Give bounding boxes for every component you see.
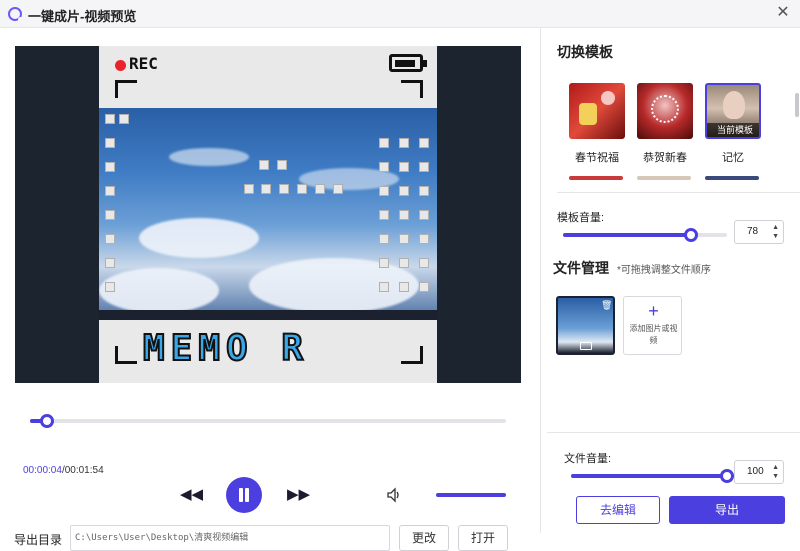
rec-dot-icon: [115, 60, 126, 71]
rec-label: REC: [129, 54, 158, 73]
template-memory[interactable]: 当前模板: [705, 83, 761, 139]
close-icon[interactable]: ✕: [774, 4, 792, 22]
rewind-icon[interactable]: ◀◀: [180, 485, 203, 505]
frame-corner-bottom-left: [115, 346, 137, 364]
memo-overlay-text: MEMO R: [142, 327, 310, 370]
template-label: 记忆: [722, 152, 744, 164]
video-camera-icon: [580, 342, 592, 350]
volume-slider[interactable]: [436, 493, 506, 497]
right-panel: 切换模板 春节祝福 恭贺新春 当前模板 记忆 模板音量: 78 ▲ ▼ 文件管理 *…: [541, 28, 800, 533]
window-title: 一键成片-视频预览: [28, 9, 137, 24]
desktop-screenshot: [99, 108, 437, 320]
seek-bar[interactable]: [30, 414, 506, 428]
left-panel: REC MEMO R 00:00:04/00:01:54 ◀◀ ▶▶ 导出目录 …: [0, 28, 540, 551]
file-volume-value: 100: [747, 466, 764, 477]
app-logo-icon: [8, 7, 23, 22]
file-volume-input[interactable]: 100 ▲ ▼: [734, 460, 784, 484]
file-clip-thumbnail[interactable]: 🗑: [556, 296, 615, 355]
title-bar: 一键成片-视频预览 ✕: [0, 0, 800, 28]
video-preview[interactable]: REC MEMO R: [15, 46, 521, 383]
add-media-label: 添加图片或视频: [629, 324, 678, 345]
file-manager-hint: *可拖拽调整文件顺序: [617, 265, 711, 276]
file-volume-slider[interactable]: [571, 469, 734, 483]
fast-forward-icon[interactable]: ▶▶: [287, 485, 310, 505]
templates-scrollbar[interactable]: [795, 93, 799, 117]
memo-text: MEMO R: [142, 327, 310, 370]
divider: [557, 192, 800, 193]
template-new-year[interactable]: [637, 83, 693, 139]
plus-icon: +: [648, 301, 659, 321]
battery-icon: [389, 54, 427, 72]
divider: [547, 432, 800, 433]
frame-corner-top-right: [401, 80, 423, 98]
stepper-icon[interactable]: ▲ ▼: [772, 223, 779, 241]
template-volume-slider[interactable]: [563, 228, 727, 242]
template-volume-label: 模板音量:: [557, 212, 605, 224]
template-volume-value: 78: [747, 226, 759, 237]
change-dir-button[interactable]: 更改: [399, 525, 449, 551]
edit-button[interactable]: 去编辑: [576, 496, 660, 524]
total-time: /00:01:54: [61, 465, 104, 476]
template-label: 恭贺新春: [643, 152, 687, 164]
export-button[interactable]: 导出: [669, 496, 785, 524]
preview-frame: REC MEMO R: [99, 46, 437, 383]
add-media-button[interactable]: + 添加图片或视频: [623, 296, 682, 355]
taskbar: [99, 310, 437, 320]
file-manager-title: 文件管理: [553, 260, 609, 276]
frame-corner-top-left: [115, 80, 137, 98]
templates-title: 切换模板: [557, 44, 613, 60]
seek-knob[interactable]: [39, 414, 54, 428]
frame-corner-bottom-right: [401, 346, 423, 364]
template-label: 春节祝福: [575, 152, 619, 164]
slider-fill: [563, 233, 691, 237]
trash-icon[interactable]: 🗑: [601, 300, 612, 310]
current-template-badge: 当前模板: [707, 123, 759, 137]
slider-knob[interactable]: [720, 469, 734, 483]
volume-icon[interactable]: [386, 487, 402, 503]
open-dir-button[interactable]: 打开: [458, 525, 508, 551]
pause-button[interactable]: [226, 477, 262, 513]
file-volume-label: 文件音量:: [564, 453, 612, 465]
current-time: 00:00:04: [23, 465, 62, 476]
template-volume-input[interactable]: 78 ▲ ▼: [734, 220, 784, 244]
template-peek: [569, 176, 623, 180]
template-peek: [637, 176, 691, 180]
time-display: 00:00:04/00:01:54: [23, 465, 104, 476]
export-dir-label: 导出目录: [14, 533, 63, 547]
template-spring-festival[interactable]: [569, 83, 625, 139]
template-peek: [705, 176, 759, 180]
slider-fill: [571, 474, 727, 478]
export-path-field[interactable]: C:\Users\User\Desktop\清爽视频编辑: [70, 525, 390, 551]
stepper-icon[interactable]: ▲ ▼: [772, 463, 779, 481]
slider-knob[interactable]: [683, 228, 698, 242]
